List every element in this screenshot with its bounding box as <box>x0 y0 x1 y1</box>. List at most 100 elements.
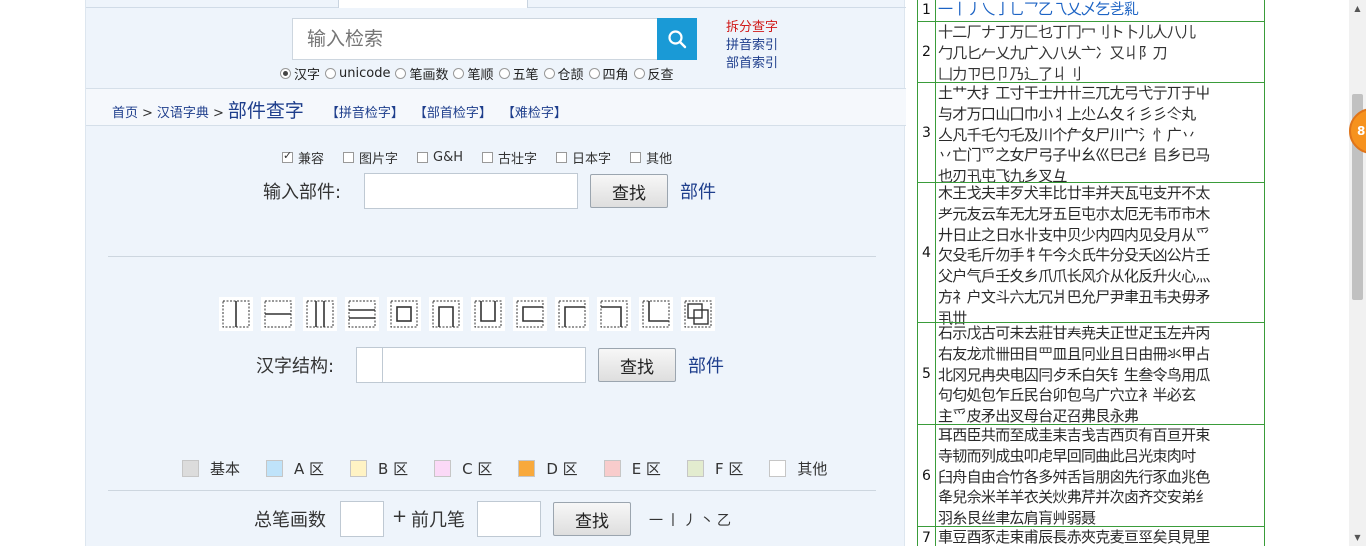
component-line[interactable]: 句匂処包乍丘民台卯包乌广穴立衤半必玄 <box>938 385 1260 406</box>
first-strokes-input[interactable] <box>477 501 541 537</box>
divider <box>108 256 876 257</box>
filter-other[interactable]: 其他 <box>630 148 672 167</box>
component-line[interactable]: 北冈兄冉央电囚冃歺禾白矢钅生叁令鸟用瓜 <box>938 365 1260 386</box>
checkbox[interactable] <box>343 152 355 163</box>
mode-hanzi-option[interactable]: 汉字 <box>280 64 320 83</box>
difficult-char-link[interactable]: 【难检字】 <box>502 102 567 121</box>
structure-input[interactable] <box>356 347 586 383</box>
filter-g-and-h[interactable]: G&H <box>417 148 463 167</box>
bottom-enclosure-icon[interactable] <box>470 296 506 332</box>
breadcrumb-home-link[interactable]: 首页 <box>112 102 138 121</box>
component-line[interactable]: 耳西臣共而至成圭耒吉戋吉西页有百亘开束 <box>938 425 1260 446</box>
filter-label: 图片字 <box>359 152 399 167</box>
mode-four-corner-option[interactable]: 四角 <box>588 64 629 83</box>
component-line[interactable]: 欠殳毛斤勿手牜午今仌氏牛分殳夭凶公片壬 <box>938 245 1260 266</box>
checkbox[interactable] <box>417 152 429 163</box>
radio-button[interactable] <box>395 68 407 79</box>
mode-cangjie-option[interactable]: 仓颉 <box>543 64 584 83</box>
radical-lookup-link[interactable]: 【部首检字】 <box>414 102 492 121</box>
component-line[interactable]: 臼舟自由合竹各多舛舌旨朋囟先行豕血兆色 <box>938 467 1260 488</box>
left-middle-right-icon[interactable] <box>302 296 338 332</box>
component-line[interactable]: 亼凡千乇勺乇及川个厃夂尸川宀氵忄广丷 <box>938 125 1260 146</box>
left-enclosure-icon[interactable] <box>512 296 548 332</box>
legend-item-f[interactable]: F 区 <box>686 458 743 479</box>
component-line[interactable]: 寺韧而列成虫叩虍早回同曲此吕光朿肉吋 <box>938 446 1260 467</box>
structure-find-button[interactable]: 查找 <box>598 348 676 382</box>
component-line[interactable]: 右友龙朮卌田目罒皿且冋业且日由冊氺甲占 <box>938 344 1260 365</box>
component-list-link[interactable]: 部件 <box>680 178 716 204</box>
upper-right-enclosure-icon[interactable] <box>596 296 632 332</box>
component-line[interactable]: 勹几匕𠂉乂九广入八乆亠冫又丩阝刀 <box>938 43 1260 64</box>
component-line[interactable]: 車豆酉豕走束甫辰長赤夾克麦亘巠矣貝見里 <box>938 527 1260 546</box>
legend-item-a[interactable]: A 区 <box>266 458 324 479</box>
component-line[interactable]: 土艹大扌工寸干士廾卄三兀尢弓弋亍丌于屮 <box>938 83 1260 104</box>
split-lookup-link[interactable]: 拆分查字 <box>726 19 778 37</box>
legend-item-basic[interactable]: 基本 <box>182 458 240 479</box>
radio-button[interactable] <box>453 68 465 79</box>
checkbox[interactable] <box>556 152 568 163</box>
component-find-button[interactable]: 查找 <box>590 174 668 208</box>
component-line[interactable]: 耂元友云车无尢牙五巨屯朩太厄无韦帀市木 <box>938 204 1260 225</box>
pinyin-lookup-link[interactable]: 【拼音检字】 <box>326 102 404 121</box>
top-enclosure-icon[interactable] <box>428 296 464 332</box>
radio-button[interactable] <box>498 68 510 79</box>
structure-list-link[interactable]: 部件 <box>688 352 724 378</box>
top-tab[interactable] <box>338 0 528 8</box>
radio-button[interactable] <box>325 68 337 79</box>
component-line[interactable]: 父户气戶壬夊乡爪爪长风介从化反升火心灬 <box>938 266 1260 287</box>
component-line[interactable]: 石示戊古可未去莊甘𡗗尭夫正世疋玉左卉丙 <box>938 323 1260 344</box>
legend-item-other[interactable]: 其他 <box>769 458 827 479</box>
mode-reverse-option[interactable]: 反查 <box>633 64 674 83</box>
component-line[interactable]: 方礻户文斗六尢冗爿巴允尸尹聿丑韦夬毋矛 <box>938 287 1260 308</box>
component-input[interactable] <box>364 173 578 209</box>
upper-left-enclosure-icon[interactable] <box>554 296 590 332</box>
basic-stroke-glyphs[interactable]: 一丨丿丶乙 <box>649 510 734 530</box>
filter-compatible[interactable]: 兼容 <box>282 148 324 167</box>
stroke-find-button[interactable]: 查找 <box>553 502 631 536</box>
lower-left-enclosure-icon[interactable] <box>638 296 674 332</box>
top-middle-bottom-icon[interactable] <box>344 296 380 332</box>
mode-stroke-order-option[interactable]: 笔顺 <box>453 64 494 83</box>
structure-preview-slot[interactable] <box>357 348 383 382</box>
mode-stroke-count-option[interactable]: 笔画数 <box>395 64 448 83</box>
legend-item-c[interactable]: C 区 <box>434 458 492 479</box>
scroll-down-arrow-icon[interactable]: ▼ <box>1349 529 1366 546</box>
component-line[interactable]: 丷亡门爫之女尸弓子屮幺巛巳己纟㠯乡已马 <box>938 145 1260 166</box>
radio-button[interactable] <box>543 68 555 79</box>
top-bottom-icon[interactable] <box>260 296 296 332</box>
search-button[interactable] <box>657 18 697 60</box>
component-line[interactable]: 廾日止之日水卝支中贝少内四内见殳月从爫 <box>938 225 1260 246</box>
component-line[interactable]: 夅兒佘米羊羊衣关炏弗芹并次卤齐交安弟纟 <box>938 487 1260 508</box>
component-line[interactable]: 木王戈夫丰歹犬丰比廿丰并天瓦屯支开不太 <box>938 183 1260 204</box>
page-scrollbar[interactable]: ▲ ▼ <box>1349 0 1366 546</box>
radio-button[interactable] <box>280 68 291 79</box>
left-right-icon[interactable] <box>218 296 254 332</box>
component-line[interactable]: 一丨丿乀亅乚乛乙乁乂乄乞乧乿 <box>938 0 1260 20</box>
search-input[interactable] <box>293 19 657 59</box>
legend-item-e[interactable]: E 区 <box>603 458 661 479</box>
overlap-icon[interactable] <box>680 296 716 332</box>
radio-button[interactable] <box>588 68 600 79</box>
mode-wubi-option[interactable]: 五笔 <box>498 64 539 83</box>
scroll-up-arrow-icon[interactable]: ▲ <box>1349 0 1366 17</box>
component-line[interactable]: 十二厂ナ丁万匚乜丁冂冖刂ト卜儿人八儿 <box>938 22 1260 43</box>
radical-index-link[interactable]: 部首索引 <box>726 55 778 73</box>
pinyin-index-link[interactable]: 拼音索引 <box>726 37 778 55</box>
stroke-group-1: 1 一丨丿乀亅乚乛乙乁乂乄乞乧乿 <box>918 0 1264 21</box>
legend-item-d[interactable]: D 区 <box>518 458 578 479</box>
structure-picker <box>218 296 716 332</box>
full-enclosure-icon[interactable] <box>386 296 422 332</box>
filter-zhuang[interactable]: 古壮字 <box>482 148 537 167</box>
total-stroke-input[interactable] <box>340 501 384 537</box>
filter-image-chars[interactable]: 图片字 <box>343 148 398 167</box>
legend-item-b[interactable]: B 区 <box>350 458 408 479</box>
filter-japanese[interactable]: 日本字 <box>556 148 611 167</box>
checkbox[interactable] <box>282 149 293 163</box>
checkbox[interactable] <box>482 152 494 163</box>
component-line[interactable]: 与才万口山囗巾小丬上尐ㄙ夂彳彡彡仒丸 <box>938 104 1260 125</box>
checkbox[interactable] <box>630 152 642 163</box>
component-lines: 一丨丿乀亅乚乛乙乁乂乄乞乧乿 <box>938 0 1260 20</box>
mode-unicode-option[interactable]: unicode <box>325 66 390 81</box>
radio-button[interactable] <box>633 68 645 79</box>
breadcrumb-dictionary-link[interactable]: 汉语字典 <box>157 102 209 121</box>
